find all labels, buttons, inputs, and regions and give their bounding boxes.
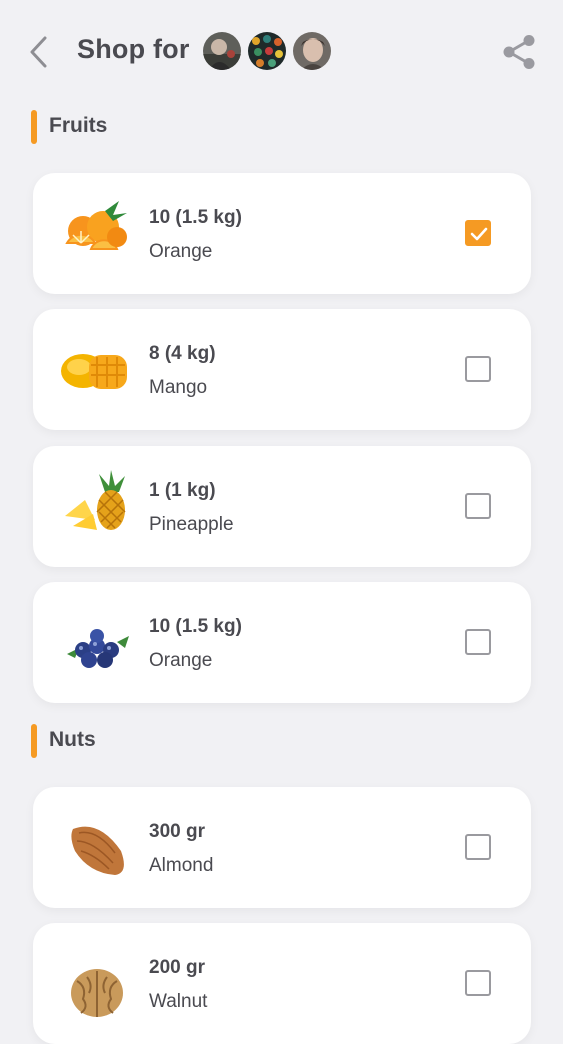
list-item[interactable]: 10 (1.5 kg) Orange: [33, 173, 531, 294]
item-name: Mango: [149, 377, 208, 398]
orange-icon: [59, 197, 135, 269]
item-quantity: 10 (1.5 kg): [149, 207, 242, 228]
avatar-2-image: [248, 32, 286, 70]
item-name: Orange: [149, 650, 213, 671]
item-checkbox[interactable]: [465, 356, 491, 382]
page-title: Shop for: [77, 34, 190, 64]
item-checkbox[interactable]: [465, 493, 491, 519]
avatar-3-image: [293, 32, 331, 70]
list-item[interactable]: 10 (1.5 kg) Orange: [33, 582, 531, 703]
list-item[interactable]: 300 gr Almond: [33, 787, 531, 908]
walnut-icon: [59, 947, 135, 1019]
item-quantity: 300 gr: [149, 821, 205, 842]
share-button[interactable]: [500, 33, 538, 71]
item-quantity: 8 (4 kg): [149, 343, 216, 364]
item-quantity: 1 (1 kg): [149, 480, 216, 501]
item-checkbox[interactable]: [465, 834, 491, 860]
share-icon: [503, 35, 535, 69]
item-checkbox[interactable]: [465, 629, 491, 655]
checkmark-icon: [470, 227, 488, 241]
item-name: Almond: [149, 855, 214, 876]
item-name: Orange: [149, 241, 213, 262]
item-checkbox[interactable]: [465, 970, 491, 996]
pineapple-icon: [59, 470, 135, 542]
avatar[interactable]: [293, 32, 331, 70]
item-quantity: 10 (1.5 kg): [149, 616, 242, 637]
avatar[interactable]: [203, 32, 241, 70]
section-title: Fruits: [49, 114, 108, 137]
list-item[interactable]: 200 gr Walnut: [33, 923, 531, 1044]
back-button[interactable]: [26, 34, 54, 70]
section-accent-bar: [31, 110, 37, 144]
blueberry-icon: [59, 606, 135, 678]
item-checkbox[interactable]: [465, 220, 491, 246]
almond-icon: [59, 811, 135, 883]
item-name: Walnut: [149, 991, 208, 1012]
section-accent-bar: [31, 724, 37, 758]
item-quantity: 200 gr: [149, 957, 205, 978]
item-name: Pineapple: [149, 514, 234, 535]
chevron-left-icon: [30, 36, 47, 68]
top-bar: Shop for: [0, 0, 563, 100]
list-item[interactable]: 1 (1 kg) Pineapple: [33, 446, 531, 567]
avatar-1-image: [203, 32, 241, 70]
list-item[interactable]: 8 (4 kg) Mango: [33, 309, 531, 430]
section-title: Nuts: [49, 728, 96, 751]
mango-icon: [59, 333, 135, 405]
avatar[interactable]: [248, 32, 286, 70]
